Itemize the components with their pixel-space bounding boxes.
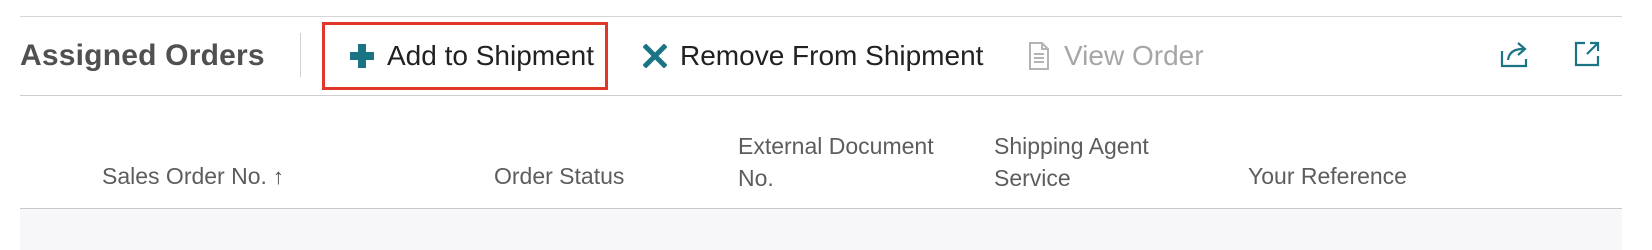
remove-from-shipment-button[interactable]: Remove From Shipment — [640, 22, 983, 90]
column-label: Sales Order No. — [102, 163, 267, 189]
plus-icon — [347, 41, 377, 71]
add-to-shipment-label: Add to Shipment — [387, 40, 595, 71]
column-header-order-status[interactable]: Order Status — [494, 160, 624, 192]
sort-ascending-icon: ↑ — [272, 164, 284, 189]
grid-body — [20, 209, 1622, 250]
x-icon — [640, 41, 670, 71]
column-label-line1: External Document — [738, 133, 934, 159]
part-title: Assigned Orders — [20, 39, 265, 72]
action-bar: Assigned Orders Add to Shipment Remove F… — [20, 17, 1622, 96]
document-icon — [1024, 41, 1054, 71]
expand-icon — [1572, 39, 1602, 74]
column-label: Order Status — [494, 163, 625, 189]
share-button[interactable] — [1498, 39, 1532, 73]
column-header-shipping-agent-service[interactable]: Shipping Agent Service — [994, 130, 1174, 194]
remove-from-shipment-label: Remove From Shipment — [680, 40, 984, 71]
grid-header: Sales Order No. ↑ Order Status External D… — [20, 96, 1622, 209]
expand-button[interactable] — [1570, 39, 1604, 73]
share-icon — [1499, 39, 1531, 74]
view-order-button[interactable]: View Order — [1024, 22, 1204, 90]
column-label-line2: No. — [738, 165, 774, 191]
title-separator — [300, 33, 301, 77]
add-to-shipment-button[interactable]: Add to Shipment — [322, 22, 608, 90]
view-order-label: View Order — [1064, 40, 1204, 71]
column-header-external-document-no[interactable]: External Document No. — [738, 130, 948, 194]
column-label: Your Reference — [1248, 163, 1407, 189]
assigned-orders-part: Assigned Orders Add to Shipment Remove F… — [0, 0, 1652, 250]
column-header-your-reference[interactable]: Your Reference — [1248, 160, 1407, 192]
column-label-line1: Shipping Agent — [994, 133, 1149, 159]
column-label-line2: Service — [994, 165, 1071, 191]
column-header-sales-order-no[interactable]: Sales Order No. ↑ — [102, 160, 284, 193]
